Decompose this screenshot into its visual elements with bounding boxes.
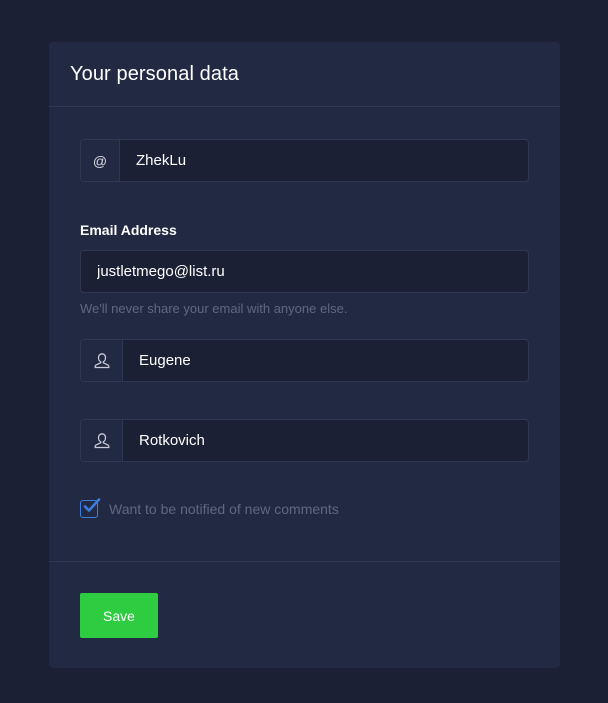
- username-input[interactable]: [120, 140, 528, 181]
- user-icon: [81, 420, 123, 461]
- email-label: Email Address: [80, 222, 177, 238]
- notify-checkbox-row: Want to be notified of new comments: [80, 498, 339, 518]
- username-input-group: @: [80, 139, 529, 182]
- page-title: Your personal data: [70, 62, 239, 85]
- personal-data-card: Your personal data @ Email Address We'll…: [49, 42, 560, 668]
- last-name-input[interactable]: [123, 420, 528, 461]
- card-header: Your personal data: [49, 42, 560, 107]
- first-name-input-group: [80, 339, 529, 382]
- save-button[interactable]: Save: [80, 593, 158, 638]
- notify-checkbox-label[interactable]: Want to be notified of new comments: [109, 501, 339, 517]
- notify-checkbox[interactable]: [80, 498, 101, 518]
- email-input-group: [80, 250, 529, 293]
- email-help-text: We'll never share your email with anyone…: [80, 301, 348, 316]
- user-icon: [81, 340, 123, 381]
- at-sign-addon: @: [81, 140, 120, 181]
- footer-divider: [49, 561, 560, 562]
- first-name-input[interactable]: [123, 340, 528, 381]
- checkmark-icon: [83, 498, 101, 512]
- last-name-input-group: [80, 419, 529, 462]
- email-input[interactable]: [81, 251, 528, 292]
